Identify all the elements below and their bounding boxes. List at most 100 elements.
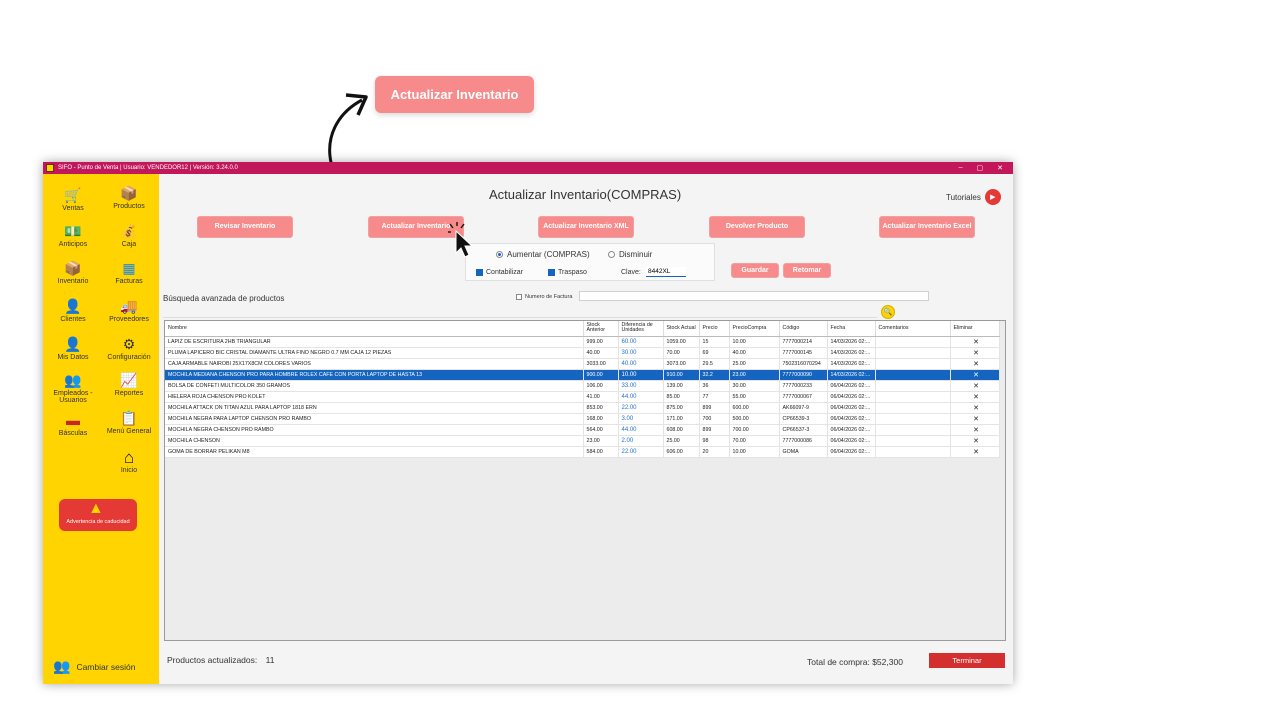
column-header[interactable]: Stock Actual	[663, 321, 700, 337]
sidebar-item-basculas[interactable]: ▬ Básculas	[45, 413, 101, 438]
table-row[interactable]: PLUMA LAPICERO BIC CRISTAL DIAMANTE ULTR…	[165, 347, 1000, 359]
delete-row-icon[interactable]: ✕	[950, 336, 1000, 348]
delete-row-icon[interactable]: ✕	[950, 347, 1000, 359]
sidebar-item-inventario[interactable]: 📦 Inventario	[45, 261, 101, 286]
table-cell: 7777000086	[779, 435, 828, 447]
delete-row-icon[interactable]: ✕	[950, 413, 1000, 425]
contabilizar-checkbox[interactable]: Contabilizar	[476, 269, 523, 276]
sidebar-item-anticipos[interactable]: 💵 Anticipos	[45, 224, 101, 249]
column-header[interactable]: Stock Anterior	[583, 321, 619, 337]
table-cell: 14/03/2026 02:...	[827, 336, 876, 348]
column-header[interactable]: Nombre	[165, 321, 584, 337]
expiry-warning-button[interactable]: ▲ Advertencia de caducidad	[59, 499, 137, 531]
logout-button[interactable]: 👥 Cambiar sesión	[53, 658, 136, 675]
sidebar-item-facturas[interactable]: ▦ Facturas	[101, 260, 157, 286]
column-header[interactable]: Diferencia de Unidades	[618, 321, 664, 337]
users-icon: 👥	[53, 658, 71, 674]
table-cell	[875, 358, 951, 370]
column-header[interactable]: Precio	[699, 321, 730, 337]
invoice-icon: ▦	[122, 260, 136, 276]
table-cell: 36	[699, 380, 730, 392]
clave-input[interactable]	[646, 267, 686, 277]
sidebar-item-reportes[interactable]: 📈 Reportes	[101, 373, 157, 398]
table-cell: 7777000233	[779, 380, 828, 392]
table-row[interactable]: CAJA ARMABLE NAIROBI 25X17X8CM COLORES V…	[165, 358, 1000, 370]
table-row[interactable]: MOCHILA NEGRA PARA LAPTOP CHENSON PRO RA…	[165, 413, 1000, 425]
table-row[interactable]: MOCHILA ATTACK ON TITAN AZUL PARA LAPTOP…	[165, 402, 1000, 414]
tutorials-link[interactable]: Tutoriales ▶	[946, 189, 1001, 205]
table-cell: 3.00	[618, 413, 664, 425]
table-row[interactable]: BOLSA DE CONFETI MULTICOLOR 350 GRAMOS 10…	[165, 380, 1000, 392]
table-cell: 15	[699, 336, 730, 348]
table-cell: 584.00	[583, 446, 619, 458]
column-header[interactable]: PrecioCompra	[729, 321, 780, 337]
sidebar-item-clientes[interactable]: 👤 Clientes	[45, 299, 101, 324]
disminuir-radio[interactable]: Disminuir	[608, 250, 652, 259]
numero-factura-input[interactable]	[579, 291, 929, 301]
search-icon[interactable]: 🔍	[881, 305, 895, 319]
table-cell: 3073.00	[663, 358, 700, 370]
sidebar-item-mis-datos[interactable]: 👤 Mis Datos	[45, 337, 101, 362]
table-row[interactable]: GOMA DE BORRAR PELIKAN M8 584.00 22.00 606.…	[165, 446, 1000, 458]
table-cell: GOMA DE BORRAR PELIKAN M8	[165, 446, 584, 458]
close-icon[interactable]: ✕	[997, 164, 1003, 172]
column-header[interactable]: Eliminar	[950, 321, 1000, 337]
actualizar-inventario-excel-button[interactable]: Actualizar Inventario Excel	[879, 216, 975, 238]
delete-row-icon[interactable]: ✕	[950, 358, 1000, 370]
table-row[interactable]: HIELERA ROJA CHENSON PRO KOLET 41.00 44.00…	[165, 391, 1000, 403]
options-panel: Aumentar (COMPRAS) Disminuir Contabiliza…	[465, 243, 715, 281]
table-cell: PLUMA LAPICERO BIC CRISTAL DIAMANTE ULTR…	[165, 347, 584, 359]
sidebar-item-empleados[interactable]: 👥 Empleados - Usuarios	[45, 373, 101, 405]
minimize-icon[interactable]: –	[959, 164, 963, 172]
actualizar-inventario-xml-button[interactable]: Actualizar Inventario XML	[538, 216, 634, 238]
devolver-producto-button[interactable]: Devolver Producto	[709, 216, 805, 238]
guardar-button[interactable]: Guardar	[731, 263, 779, 278]
retomar-button[interactable]: Retomar	[783, 263, 831, 278]
actualizar-inventario-button[interactable]: Actualizar Inventario	[368, 216, 464, 238]
total-compra: Total de compra: $52,300	[807, 657, 903, 667]
sidebar-item-proveedores[interactable]: 🚚 Proveedores	[101, 299, 157, 324]
table-cell	[875, 391, 951, 403]
revisar-inventario-button[interactable]: Revisar Inventario	[197, 216, 293, 238]
table-row[interactable]: MOCHILA NEGRA CHENSON PRO RAMBO 564.00 44.…	[165, 424, 1000, 436]
table-cell: 168.00	[583, 413, 619, 425]
column-header[interactable]: Fecha	[827, 321, 876, 337]
sidebar-item-menu-general[interactable]: 📋 Menú General	[101, 411, 157, 436]
delete-row-icon[interactable]: ✕	[950, 369, 1000, 381]
traspaso-checkbox[interactable]: Traspaso	[548, 269, 587, 276]
numero-factura-checkbox[interactable]: Numero de Factura	[516, 294, 572, 300]
table-cell: 10.00	[729, 336, 780, 348]
table-cell: 22.00	[618, 402, 664, 414]
column-header[interactable]: Código	[779, 321, 828, 337]
delete-row-icon[interactable]: ✕	[950, 446, 1000, 458]
table-row[interactable]: LAPIZ DE ESCRITURA 2HB TRIANGULAR 999.00 6…	[165, 336, 1000, 348]
delete-row-icon[interactable]: ✕	[950, 391, 1000, 403]
table-cell: 22.00	[618, 446, 664, 458]
sidebar-item-caja[interactable]: 💰 Caja	[101, 224, 157, 249]
table-cell: 14/03/2026 02:...	[827, 358, 876, 370]
table-cell: 7777000214	[779, 336, 828, 348]
table-cell: AK66097-9	[779, 402, 828, 414]
delete-row-icon[interactable]: ✕	[950, 402, 1000, 414]
window-title: SIFO - Punto de Venta | Usuario: VENDEDO…	[58, 165, 238, 171]
table-row[interactable]: MOCHILA MEDIANA CHENSON PRO PARA HOMBRE …	[165, 369, 1000, 381]
aumentar-radio[interactable]: Aumentar (COMPRAS)	[496, 250, 590, 259]
terminar-button[interactable]: Terminar	[929, 653, 1005, 668]
table-cell: 14/03/2026 02:...	[827, 369, 876, 381]
maximize-icon[interactable]: ▢	[977, 164, 984, 172]
table-cell: 899	[699, 424, 730, 436]
delete-row-icon[interactable]: ✕	[950, 424, 1000, 436]
search-input[interactable]	[163, 308, 877, 318]
sidebar-item-inicio[interactable]: ⌂ Inicio	[101, 449, 157, 474]
column-header[interactable]: Comentarios	[875, 321, 951, 337]
table-cell	[875, 369, 951, 381]
table-row[interactable]: MOCHILA CHENSON 23.00 2.00 25.00 98 70.00 7777…	[165, 435, 1000, 447]
table-cell: 77	[699, 391, 730, 403]
delete-row-icon[interactable]: ✕	[950, 435, 1000, 447]
sidebar-item-ventas[interactable]: 🛒 Ventas	[45, 188, 101, 213]
delete-row-icon[interactable]: ✕	[950, 380, 1000, 392]
table-cell: 14/03/2026 02:...	[827, 347, 876, 359]
sidebar-item-productos[interactable]: 📦 Productos	[101, 186, 157, 211]
sidebar-item-configuracion[interactable]: ⚙ Configuración	[101, 337, 157, 362]
table-cell: 608.00	[663, 424, 700, 436]
